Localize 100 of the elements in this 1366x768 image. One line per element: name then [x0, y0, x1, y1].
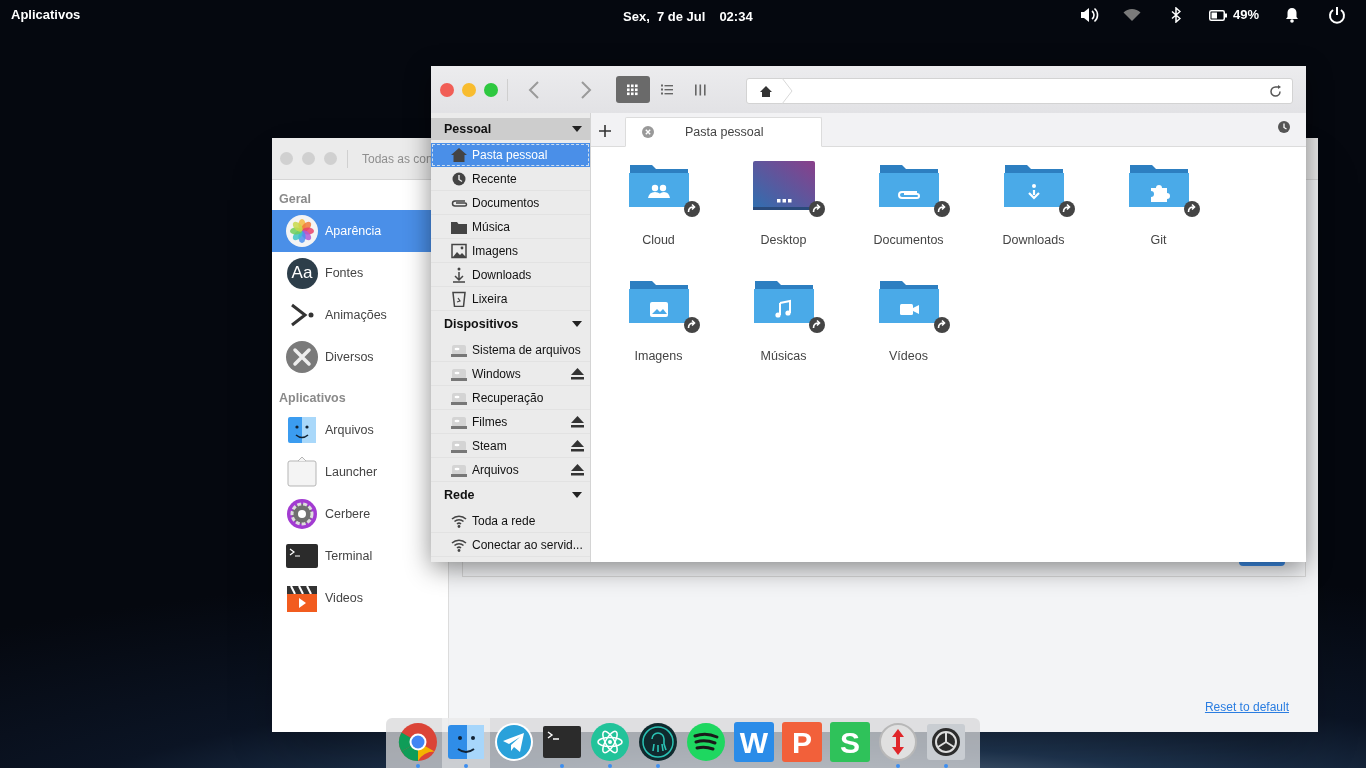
ring-logo-icon[interactable] — [398, 722, 438, 762]
sound-waves-icon[interactable] — [686, 722, 726, 762]
home-icon — [450, 147, 468, 163]
reload-icon[interactable] — [1269, 84, 1282, 98]
folder-label[interactable]: Imagens — [634, 347, 683, 366]
section-header: Aplicativos — [278, 390, 347, 408]
close-button[interactable] — [440, 82, 454, 97]
grid-icon[interactable] — [627, 83, 639, 96]
clock-icon — [450, 170, 468, 187]
wifi-icon[interactable] — [1123, 8, 1141, 22]
item-label: Recente — [472, 170, 517, 188]
eject-icon[interactable] — [571, 368, 584, 380]
link-badge-icon — [808, 317, 825, 333]
list-icon[interactable] — [661, 83, 673, 96]
gear-icon[interactable] — [926, 722, 966, 762]
bluetooth-icon[interactable] — [1171, 7, 1181, 23]
flower-icon — [286, 215, 318, 247]
eject-icon[interactable] — [571, 416, 584, 428]
item-label: Downloads — [472, 266, 532, 284]
face-icon[interactable] — [446, 722, 486, 762]
dock-item[interactable] — [442, 718, 490, 768]
link-badge-icon — [933, 201, 950, 217]
section-header: Geral — [278, 191, 312, 209]
folder-label[interactable]: Vídeos — [889, 347, 928, 366]
link-badge-icon — [933, 317, 950, 333]
item-label: Lixeira — [472, 290, 508, 308]
add-tab-icon[interactable] — [599, 125, 611, 137]
power-icon[interactable] — [1328, 6, 1347, 24]
wifi-icon — [450, 512, 468, 529]
sidebar-item[interactable]: Diversos — [272, 336, 431, 378]
link-badge-icon — [683, 317, 700, 333]
folder-label[interactable]: Documentos — [873, 231, 944, 250]
folder-label[interactable]: Desktop — [760, 231, 807, 250]
collapse-arrow-icon — [572, 321, 582, 327]
section-header[interactable]: Rede — [431, 484, 590, 506]
bell-icon[interactable] — [1285, 7, 1300, 23]
blank-tile-icon — [286, 456, 318, 488]
eject-icon[interactable] — [571, 464, 584, 476]
link-badge-icon — [683, 201, 700, 217]
sidebar-item[interactable]: Videos — [272, 577, 431, 619]
columns-icon[interactable] — [695, 83, 707, 96]
sidebar-item[interactable]: Terminal — [272, 535, 431, 577]
sidebar-item[interactable]: Lixeira — [431, 287, 590, 311]
clock-text[interactable]: 02:34 — [719, 7, 753, 27]
item-label: Arquivos — [472, 461, 519, 479]
history-icon[interactable] — [1278, 121, 1290, 133]
eject-icon[interactable] — [571, 440, 584, 452]
sidebar-item[interactable]: Launcher — [272, 451, 431, 493]
sidebar-item[interactable]: Recuperação — [431, 386, 590, 410]
folder-label[interactable]: Git — [1150, 231, 1167, 250]
breadcrumb-separator-icon — [781, 78, 793, 104]
sidebar-item[interactable]: Sistema de arquivos — [431, 338, 590, 362]
grid-view-button[interactable] — [616, 76, 650, 103]
download-icon — [450, 266, 468, 283]
section-title: Pessoal — [444, 120, 492, 138]
sidebar-item[interactable]: Cerbere — [272, 493, 431, 535]
volume-icon[interactable] — [1079, 7, 1099, 23]
section-title: Rede — [444, 486, 475, 504]
item-label: Documentos — [472, 194, 540, 212]
folder-label[interactable]: Cloud — [642, 231, 675, 250]
date-text[interactable]: Sex, 7 de Jul — [623, 7, 706, 27]
sidebar-item[interactable]: Downloads — [431, 263, 590, 287]
sidebar-item[interactable]: Conectar ao servid... — [431, 533, 590, 557]
item-label: Música — [472, 218, 510, 236]
sidebar-item[interactable]: Imagens — [431, 239, 590, 263]
tab[interactable]: Pasta pessoal — [625, 117, 822, 147]
sidebar-item[interactable]: Steam — [431, 434, 590, 458]
folder-label[interactable]: Downloads — [1002, 231, 1065, 250]
toggle-switch[interactable] — [1239, 562, 1285, 566]
sidebar-item[interactable]: Windows — [431, 362, 590, 386]
battery-percent[interactable]: 49% — [1233, 5, 1260, 25]
section-header[interactable]: Pessoal — [431, 118, 590, 140]
reset-link[interactable]: Reset to default — [1204, 698, 1289, 716]
image-icon — [450, 242, 468, 259]
collapse-arrow-icon — [572, 492, 582, 498]
trash-icon — [450, 290, 468, 307]
sidebar-item[interactable]: Arquivos — [431, 458, 590, 482]
item-label: Recuperação — [472, 389, 544, 407]
applications-menu[interactable]: Aplicativos — [11, 5, 81, 25]
sidebar-item[interactable]: Aa Fontes — [272, 252, 431, 294]
sidebar-item[interactable]: Toda a rede — [431, 509, 590, 533]
folder-label[interactable]: Músicas — [760, 347, 807, 366]
home-icon — [759, 84, 773, 98]
section-header[interactable]: Dispositivos — [431, 313, 590, 335]
sidebar-item[interactable]: Animações — [272, 294, 431, 336]
link-badge-icon — [808, 201, 825, 217]
sidebar-item[interactable]: Arquivos — [272, 409, 431, 451]
item-label: Pasta pessoal — [472, 147, 548, 164]
link-badge-icon — [1183, 201, 1200, 217]
sidebar-item[interactable]: Música — [431, 215, 590, 239]
octopus-icon[interactable] — [638, 722, 678, 762]
tools-icon — [286, 341, 318, 373]
item-label: Windows — [472, 365, 521, 383]
battery-icon[interactable] — [1209, 9, 1227, 21]
close-icon[interactable] — [642, 126, 654, 138]
sidebar-item[interactable]: Recente — [431, 167, 590, 191]
desktop-icon — [752, 161, 815, 211]
item-label: Sistema de arquivos — [472, 341, 581, 359]
sidebar-item[interactable]: Documentos — [431, 191, 590, 215]
sidebar-item[interactable]: Filmes — [431, 410, 590, 434]
